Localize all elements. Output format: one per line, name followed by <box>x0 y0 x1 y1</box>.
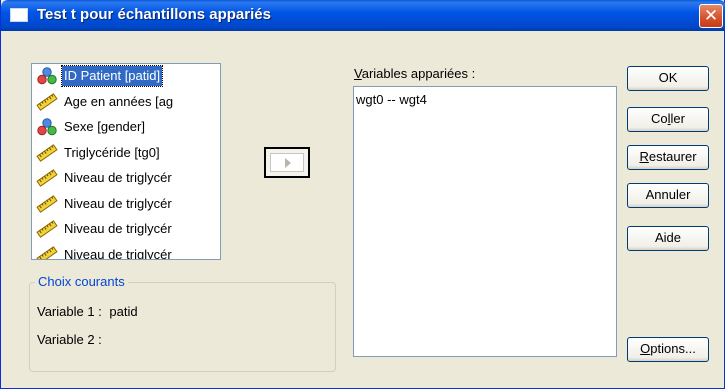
list-item-label: Sexe [gender] <box>64 119 145 134</box>
paste-label-b: ler <box>670 111 685 126</box>
variable-2-label: Variable 2 : <box>37 332 102 347</box>
list-item-label: Niveau de triglycér <box>64 170 172 185</box>
list-item-label: ID Patient [patid] <box>60 65 164 87</box>
variable-1-value: patid <box>109 304 138 319</box>
cancel-button[interactable]: Annuler <box>627 183 709 208</box>
list-item-label: Niveau de triglycér <box>64 246 172 260</box>
scale-variable-icon <box>36 194 58 213</box>
window-icon <box>10 8 28 22</box>
list-item[interactable]: ID Patient [patid] <box>34 64 204 88</box>
list-item-label: Niveau de triglycér <box>64 221 172 236</box>
nominal-variable-icon <box>37 118 57 136</box>
current-choices-group <box>29 282 336 372</box>
list-item[interactable]: Niveau de triglycér <box>34 217 204 241</box>
nominal-variable-icon <box>37 67 57 85</box>
scale-variable-icon <box>36 143 58 162</box>
paste-label-a: Co <box>651 111 668 126</box>
list-item[interactable]: Triglycéride [tg0] <box>34 141 204 165</box>
paired-label-text: ariables appariées : <box>361 66 476 81</box>
options-label-b: ptions... <box>650 341 696 356</box>
close-button[interactable]: ✕ <box>699 4 723 28</box>
options-button[interactable]: Options... <box>627 337 709 362</box>
list-item[interactable]: Age en années [ag <box>34 90 204 114</box>
paired-variables-label: Variables appariées : <box>354 66 475 81</box>
variable-1-label: Variable 1 : <box>37 304 102 319</box>
reset-label-mnemonic: R <box>639 149 649 164</box>
reset-label-b: estaurer <box>648 149 697 164</box>
list-item[interactable]: Niveau de triglycér <box>34 166 204 190</box>
current-choices-title: Choix courants <box>35 274 128 289</box>
list-item[interactable]: Niveau de triglycér <box>34 243 204 260</box>
move-right-button[interactable] <box>264 147 310 178</box>
scale-variable-icon <box>36 169 58 187</box>
arrow-right-icon <box>285 158 291 168</box>
scale-variable-icon <box>36 92 58 111</box>
list-item-label: Triglycéride [tg0] <box>64 144 160 160</box>
variable-1-row: Variable 1 : patid <box>37 304 138 319</box>
list-item-label: Niveau de triglycér <box>64 195 172 211</box>
help-button[interactable]: Aide <box>627 226 709 251</box>
scale-variable-icon <box>36 220 58 238</box>
reset-button[interactable]: Restaurer <box>627 145 709 170</box>
move-button-face <box>270 153 304 172</box>
paste-button[interactable]: Coller <box>627 107 709 132</box>
paired-label-mnemonic: V <box>354 66 362 81</box>
paired-t-test-dialog: Test t pour échantillons appariés ✕ ID P… <box>0 0 725 389</box>
options-label-mnemonic: O <box>640 341 651 356</box>
scale-variable-icon <box>36 245 58 259</box>
paired-variables-list[interactable]: wgt0 -- wgt4 <box>353 86 617 357</box>
title-bar[interactable]: Test t pour échantillons appariés ✕ <box>1 0 725 31</box>
source-variable-list[interactable]: ID Patient [patid] Age en années [ag Sexe … <box>31 63 221 260</box>
list-item[interactable]: wgt0 -- wgt4 <box>356 92 427 107</box>
ok-button[interactable]: OK <box>627 66 709 91</box>
window-title: Test t pour échantillons appariés <box>37 6 271 23</box>
list-item[interactable]: Niveau de triglycér <box>34 192 204 216</box>
list-item[interactable]: Sexe [gender] <box>34 115 204 139</box>
list-item-label: Age en années [ag <box>64 93 174 109</box>
